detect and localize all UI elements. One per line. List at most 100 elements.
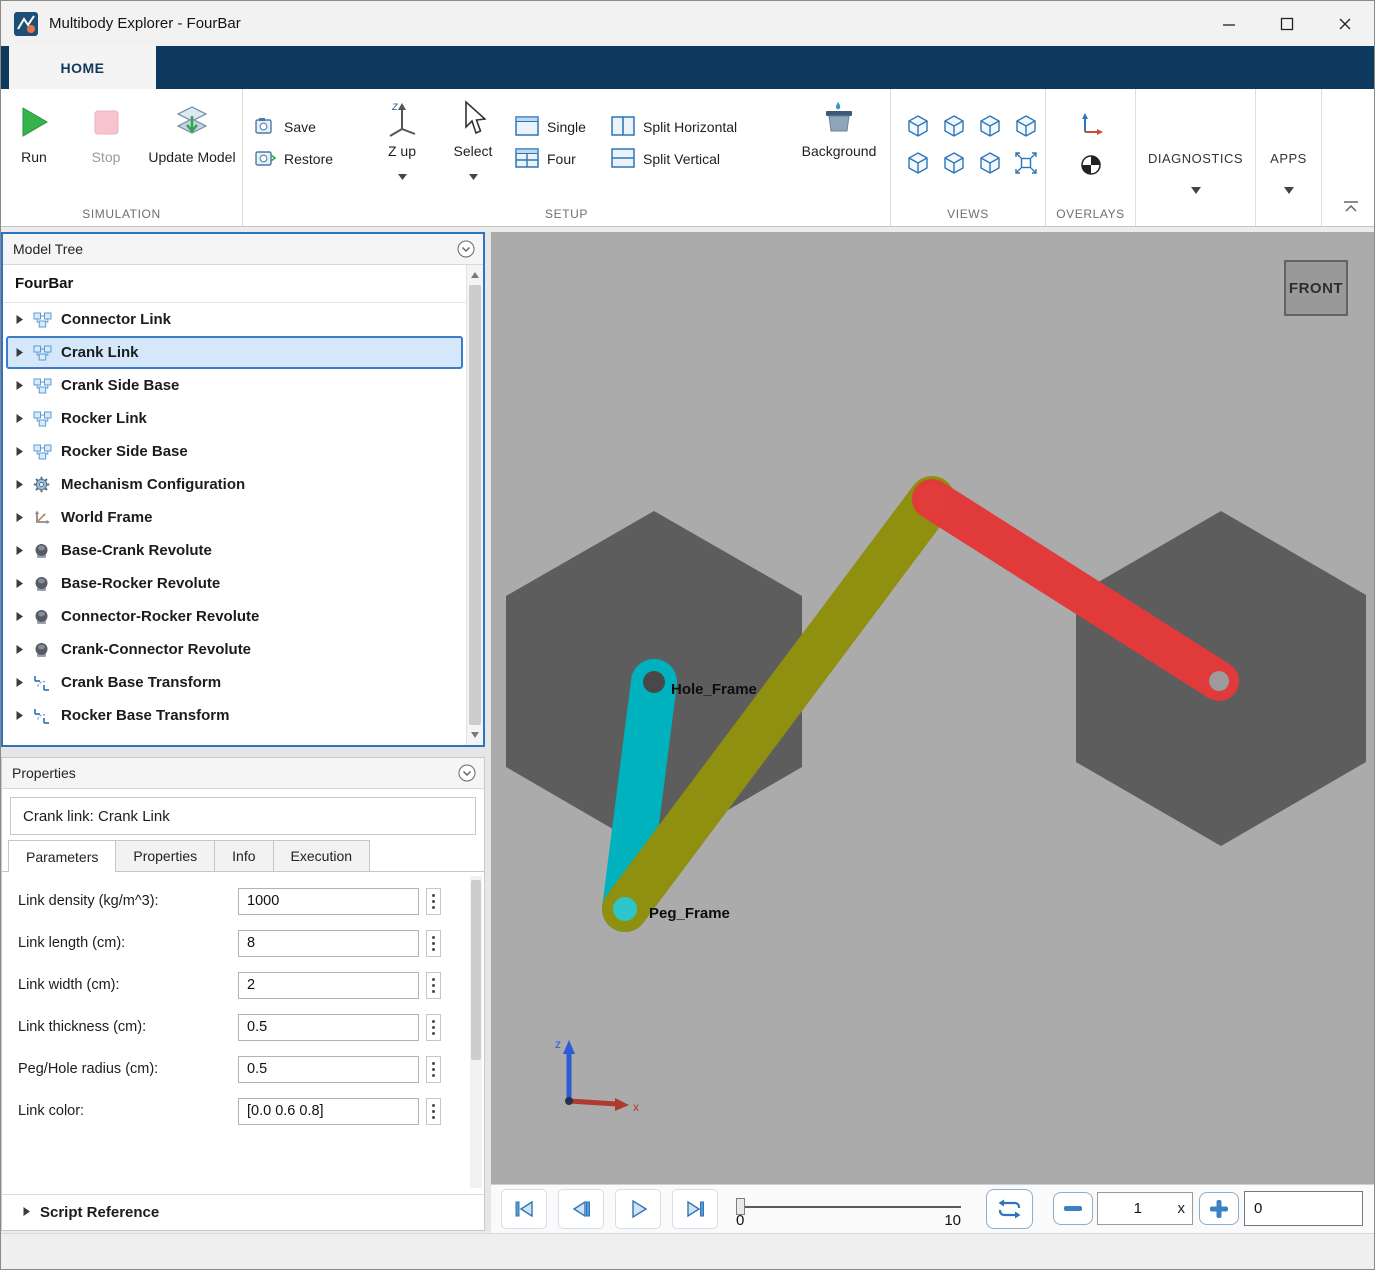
scroll-down-icon[interactable] bbox=[467, 727, 483, 743]
play-button[interactable] bbox=[615, 1189, 661, 1229]
expand-arrow-icon[interactable] bbox=[15, 314, 24, 325]
loop-button[interactable] bbox=[986, 1189, 1033, 1229]
z-up-button[interactable]: z Z up bbox=[371, 97, 433, 185]
property-value-input[interactable]: 0.5 bbox=[238, 1056, 419, 1083]
tree-item-crank-link[interactable]: Crank Link bbox=[6, 336, 463, 369]
tree-item-rocker-side-base[interactable]: Rocker Side Base bbox=[3, 435, 466, 468]
restore-view-button[interactable]: Restore bbox=[255, 143, 333, 175]
slider-track[interactable] bbox=[736, 1206, 961, 1208]
single-view-button[interactable]: Single bbox=[515, 111, 586, 143]
property-value-input[interactable]: 0.5 bbox=[238, 1014, 419, 1041]
collapse-panel-button[interactable] bbox=[457, 240, 475, 258]
expand-arrow-icon[interactable] bbox=[15, 677, 24, 688]
minimize-button[interactable] bbox=[1200, 1, 1258, 46]
perspective-view-cube-icon[interactable] bbox=[977, 150, 1003, 176]
expand-arrow-icon[interactable] bbox=[15, 446, 24, 457]
property-value-input[interactable]: 1000 bbox=[238, 888, 419, 915]
tree-item-mechanism-configuration[interactable]: Mechanism Configuration bbox=[3, 468, 466, 501]
go-to-start-button[interactable] bbox=[501, 1189, 547, 1229]
tree-item-rocker-base-transform[interactable]: Rocker Base Transform bbox=[3, 699, 466, 732]
expand-arrow-icon[interactable] bbox=[15, 347, 24, 358]
peg-frame-marker[interactable] bbox=[613, 897, 637, 921]
expand-arrow-icon[interactable] bbox=[15, 644, 24, 655]
time-slider[interactable]: 0 10 bbox=[736, 1185, 961, 1234]
tree-item-base-crank-revolute[interactable]: Base-Crank Revolute bbox=[3, 534, 466, 567]
tree-item-crank-connector-revolute[interactable]: Crank-Connector Revolute bbox=[3, 633, 466, 666]
script-reference-expander[interactable]: Script Reference bbox=[2, 1194, 484, 1230]
run-button[interactable]: Run bbox=[5, 99, 63, 167]
kebab-menu-button[interactable] bbox=[426, 930, 441, 957]
property-value-input[interactable]: [0.0 0.6 0.8] bbox=[238, 1098, 419, 1125]
zoom-to-fit-icon[interactable] bbox=[1013, 150, 1039, 176]
viewport-3d[interactable]: Hole_Frame Peg_Frame z x FRONT bbox=[491, 232, 1375, 1184]
view-orientation-button[interactable]: FRONT bbox=[1284, 260, 1348, 316]
top-view-cube-icon[interactable] bbox=[977, 113, 1003, 139]
properties-scrollbar[interactable] bbox=[470, 876, 482, 1188]
expand-arrow-icon[interactable] bbox=[15, 413, 24, 424]
frame-triad-overlay-button[interactable] bbox=[1078, 111, 1104, 142]
expand-arrow-icon[interactable] bbox=[15, 479, 24, 490]
property-value-input[interactable]: 8 bbox=[238, 930, 419, 957]
bottom-view-cube-icon[interactable] bbox=[941, 150, 967, 176]
collapse-ribbon-button[interactable] bbox=[1342, 200, 1360, 218]
apps-menu[interactable]: APPS bbox=[1256, 89, 1322, 226]
kebab-menu-button[interactable] bbox=[426, 1056, 441, 1083]
expand-arrow-icon[interactable] bbox=[15, 512, 24, 523]
tree-root-fourbar[interactable]: FourBar bbox=[3, 265, 466, 303]
tree-item-world-frame[interactable]: World Frame bbox=[3, 501, 466, 534]
speed-increase-button[interactable] bbox=[1199, 1192, 1239, 1225]
step-back-button[interactable] bbox=[558, 1189, 604, 1229]
select-button[interactable]: Select bbox=[439, 97, 507, 185]
kebab-menu-button[interactable] bbox=[426, 888, 441, 915]
front-view-cube-icon[interactable] bbox=[905, 113, 931, 139]
scrollbar-thumb[interactable] bbox=[471, 880, 481, 1060]
crank-connector-joint[interactable] bbox=[918, 485, 946, 513]
close-button[interactable] bbox=[1316, 1, 1374, 46]
expand-arrow-icon[interactable] bbox=[15, 545, 24, 556]
mechanism-canvas[interactable]: Hole_Frame Peg_Frame z x bbox=[491, 232, 1375, 1184]
panel-splitter[interactable] bbox=[1, 747, 485, 757]
kebab-menu-button[interactable] bbox=[426, 1014, 441, 1041]
tree-item-crank-base-transform[interactable]: Crank Base Transform bbox=[3, 666, 466, 699]
tree-item-crank-side-base[interactable]: Crank Side Base bbox=[3, 369, 466, 402]
save-view-button[interactable]: Save bbox=[255, 111, 333, 143]
rocker-hole[interactable] bbox=[1209, 671, 1229, 691]
split-horizontal-button[interactable]: Split Horizontal bbox=[611, 111, 737, 143]
update-model-button[interactable]: Update Model bbox=[145, 99, 239, 167]
collapse-panel-button[interactable] bbox=[458, 764, 476, 782]
tab-execution[interactable]: Execution bbox=[273, 840, 370, 871]
tab-home[interactable]: HOME bbox=[9, 46, 156, 89]
expand-arrow-icon[interactable] bbox=[15, 710, 24, 721]
scroll-up-icon[interactable] bbox=[467, 267, 483, 283]
side-view-cube-icon[interactable] bbox=[941, 113, 967, 139]
kebab-menu-button[interactable] bbox=[426, 972, 441, 999]
maximize-button[interactable] bbox=[1258, 1, 1316, 46]
property-value-input[interactable]: 2 bbox=[238, 972, 419, 999]
stop-button[interactable]: Stop bbox=[77, 99, 135, 167]
expand-arrow-icon[interactable] bbox=[15, 380, 24, 391]
scrollbar-thumb[interactable] bbox=[469, 285, 481, 725]
tree-item-connector-link[interactable]: Connector Link bbox=[3, 303, 466, 336]
center-of-mass-overlay-button[interactable] bbox=[1080, 154, 1102, 181]
tree-item-connector-rocker-revolute[interactable]: Connector-Rocker Revolute bbox=[3, 600, 466, 633]
expand-arrow-icon[interactable] bbox=[15, 578, 24, 589]
step-forward-button[interactable] bbox=[672, 1189, 718, 1229]
back-view-cube-icon[interactable] bbox=[905, 150, 931, 176]
tree-item-rocker-link[interactable]: Rocker Link bbox=[3, 402, 466, 435]
background-button[interactable]: Background bbox=[791, 97, 887, 161]
model-tree-scrollbar[interactable] bbox=[466, 265, 483, 745]
tab-properties[interactable]: Properties bbox=[115, 840, 215, 871]
diagnostics-menu[interactable]: DIAGNOSTICS bbox=[1136, 89, 1256, 226]
expand-arrow-icon[interactable] bbox=[15, 611, 24, 622]
speed-decrease-button[interactable] bbox=[1053, 1192, 1093, 1225]
tab-info[interactable]: Info bbox=[214, 840, 273, 871]
isometric-view-cube-icon[interactable] bbox=[1013, 113, 1039, 139]
hole-frame-marker[interactable] bbox=[643, 671, 665, 693]
tab-parameters[interactable]: Parameters bbox=[8, 840, 116, 872]
speed-input[interactable]: 1 x bbox=[1097, 1192, 1193, 1225]
four-view-button[interactable]: Four bbox=[515, 143, 586, 175]
current-time-input[interactable]: 0 bbox=[1244, 1191, 1363, 1226]
tree-item-base-rocker-revolute[interactable]: Base-Rocker Revolute bbox=[3, 567, 466, 600]
split-vertical-button[interactable]: Split Vertical bbox=[611, 143, 737, 175]
kebab-menu-button[interactable] bbox=[426, 1098, 441, 1125]
